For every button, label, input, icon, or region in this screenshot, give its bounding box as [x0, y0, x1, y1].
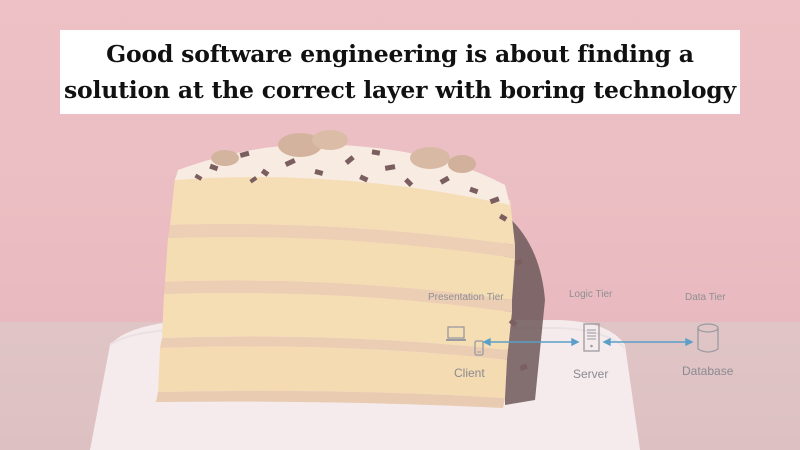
node-label-database: Database — [682, 364, 734, 378]
headline-banner: Good software engineering is about findi… — [60, 30, 740, 114]
tier-connectors — [482, 337, 694, 347]
headline-line-1: Good software engineering is about findi… — [106, 40, 694, 68]
node-label-server: Server — [573, 367, 609, 381]
headline-line-2: solution at the correct layer with borin… — [64, 76, 736, 104]
tier-label-logic: Logic Tier — [569, 289, 613, 300]
tier-label-presentation: Presentation Tier — [428, 292, 504, 303]
node-label-client: Client — [454, 366, 485, 380]
tier-label-data: Data Tier — [685, 292, 726, 303]
